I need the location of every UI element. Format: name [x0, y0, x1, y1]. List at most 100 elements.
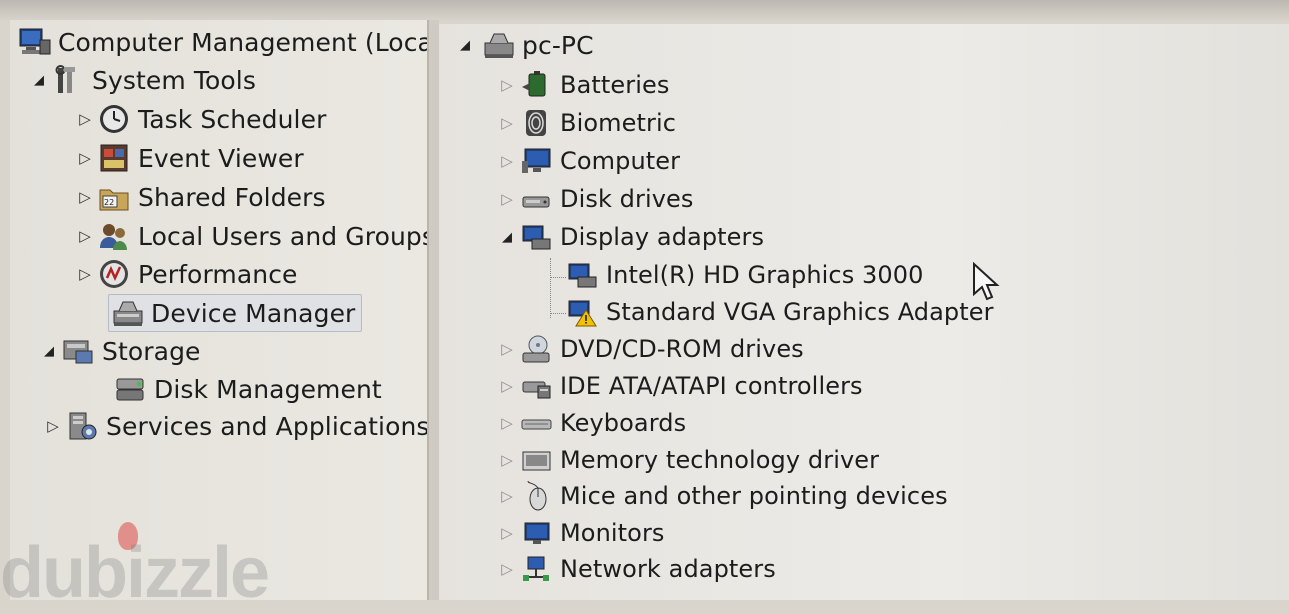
expand-arrow-icon[interactable]: ▷: [76, 149, 94, 167]
tree-connector-line: [550, 258, 552, 318]
event-viewer-icon: [98, 142, 130, 174]
keyboard-icon: [520, 407, 552, 439]
monitor-icon: [520, 145, 552, 177]
collapse-arrow-icon[interactable]: ◢: [40, 344, 58, 359]
expand-arrow-icon[interactable]: ▷: [498, 114, 516, 132]
warning-display-adapter-icon: [566, 296, 598, 328]
device-label-network: Network adapters: [560, 555, 776, 583]
display-adapter-icon: [566, 259, 598, 291]
battery-icon: [520, 69, 552, 101]
users-icon: [98, 220, 130, 252]
tree-label-performance: Performance: [138, 259, 298, 289]
storage-icon: [62, 335, 94, 367]
tree-label-disk-management: Disk Management: [154, 374, 382, 404]
tree-connector-line: [550, 313, 566, 314]
collapse-arrow-icon[interactable]: ◢: [30, 73, 48, 88]
device-category-dvd-cdrom[interactable]: ▷ DVD/CD-ROM drives: [498, 331, 804, 367]
console-tree-pane: Computer Management (Local ◢ System Tool…: [10, 20, 429, 600]
expand-arrow-icon[interactable]: ▷: [76, 188, 94, 206]
fingerprint-icon: [520, 107, 552, 139]
expand-arrow-icon[interactable]: ▷: [498, 524, 516, 542]
tree-label-system-tools: System Tools: [92, 65, 256, 95]
device-category-disk-drives[interactable]: ▷ Disk drives: [498, 181, 694, 217]
device-category-monitors[interactable]: ▷ Monitors: [498, 515, 665, 551]
tree-label-local-users-groups: Local Users and Groups: [138, 221, 429, 251]
computer-icon: [482, 29, 514, 61]
device-label-monitors: Monitors: [560, 519, 665, 547]
device-label-mice: Mice and other pointing devices: [560, 482, 948, 510]
device-category-keyboards[interactable]: ▷ Keyboards: [498, 405, 686, 441]
monitor-icon: [520, 517, 552, 549]
expand-arrow-icon[interactable]: ▷: [498, 152, 516, 170]
computer-management-icon: [18, 26, 51, 58]
tree-item-computer-management[interactable]: Computer Management (Local: [18, 24, 427, 60]
device-label-biometric: Biometric: [560, 109, 677, 137]
tree-item-system-tools[interactable]: ◢ System Tools: [30, 62, 256, 98]
tree-item-event-viewer[interactable]: ▷ Event Viewer: [76, 140, 304, 176]
device-category-biometric[interactable]: ▷ Biometric: [498, 105, 676, 141]
disk-management-icon: [114, 373, 146, 405]
collapse-arrow-icon[interactable]: ◢: [456, 38, 474, 53]
window-top-strip: [0, 0, 1289, 20]
display-adapter-icon: [520, 221, 552, 253]
expand-arrow-icon[interactable]: ▷: [498, 560, 516, 578]
device-label-batteries: Batteries: [560, 71, 670, 99]
services-icon: [66, 410, 98, 442]
device-category-memory-technology[interactable]: ▷ Memory technology driver: [498, 442, 879, 478]
device-label-display-adapters: Display adapters: [560, 223, 765, 251]
disk-drive-icon: [520, 183, 552, 215]
tree-item-local-users-groups[interactable]: ▷ Local Users and Groups: [76, 218, 429, 254]
tree-label-storage: Storage: [102, 336, 201, 366]
device-tree-root[interactable]: ◢ pc-PC: [456, 27, 594, 63]
shared-folder-icon: 22: [98, 181, 130, 213]
expand-arrow-icon[interactable]: ▷: [76, 265, 94, 283]
memory-icon: [520, 444, 552, 476]
device-category-display-adapters[interactable]: ◢ Display adapters: [498, 219, 764, 255]
tree-item-task-scheduler[interactable]: ▷ Task Scheduler: [76, 101, 326, 137]
device-category-ide-controllers[interactable]: ▷ IDE ATA/ATAPI controllers: [498, 368, 863, 404]
tree-item-performance[interactable]: ▷ Performance: [76, 256, 298, 292]
device-label-disk-drives: Disk drives: [560, 185, 694, 213]
mouse-pointer-icon: [972, 261, 1002, 306]
device-label-intel-hd: Intel(R) HD Graphics 3000: [606, 261, 924, 289]
collapse-arrow-icon[interactable]: ◢: [498, 230, 516, 245]
tree-item-device-manager[interactable]: Device Manager: [108, 294, 363, 332]
tree-label-device-manager: Device Manager: [151, 298, 356, 328]
tree-item-shared-folders[interactable]: ▷ 22 Shared Folders: [76, 179, 326, 215]
tree-item-disk-management[interactable]: Disk Management: [114, 371, 382, 407]
tools-icon: [52, 64, 84, 96]
device-label-computer: Computer: [560, 147, 681, 175]
tree-connector-line: [550, 277, 566, 278]
network-adapter-icon: [520, 553, 552, 585]
tree-label-event-viewer: Event Viewer: [138, 143, 304, 173]
device-category-computer[interactable]: ▷ Computer: [498, 143, 680, 179]
expand-arrow-icon[interactable]: ▷: [498, 340, 516, 358]
clock-icon: [98, 103, 130, 135]
device-category-mice[interactable]: ▷ Mice and other pointing devices: [498, 478, 948, 514]
device-item-standard-vga[interactable]: Standard VGA Graphics Adapter: [566, 294, 994, 330]
device-label-memory: Memory technology driver: [560, 446, 880, 474]
expand-arrow-icon[interactable]: ▷: [498, 190, 516, 208]
tree-item-storage[interactable]: ◢ Storage: [40, 333, 201, 369]
device-category-network-adapters[interactable]: ▷ Network adapters: [498, 551, 776, 587]
mouse-icon: [520, 480, 552, 512]
device-label-standard-vga: Standard VGA Graphics Adapter: [606, 298, 994, 326]
expand-arrow-icon[interactable]: ▷: [498, 377, 516, 395]
device-label-keyboards: Keyboards: [560, 409, 687, 437]
expand-arrow-icon[interactable]: ▷: [498, 487, 516, 505]
pane-splitter[interactable]: [429, 20, 439, 600]
svg-text:22: 22: [104, 198, 114, 207]
expand-arrow-icon[interactable]: ▷: [498, 414, 516, 432]
device-category-batteries[interactable]: ▷ Batteries: [498, 67, 669, 103]
expand-arrow-icon[interactable]: ▷: [498, 76, 516, 94]
expand-arrow-icon[interactable]: ▷: [76, 110, 94, 128]
expand-arrow-icon[interactable]: ▷: [44, 417, 62, 435]
watermark-logo: dubizzle: [0, 533, 270, 613]
expand-arrow-icon[interactable]: ▷: [498, 451, 516, 469]
device-label-pc: pc-PC: [522, 30, 594, 60]
device-item-intel-hd-graphics[interactable]: Intel(R) HD Graphics 3000: [566, 257, 924, 293]
tree-item-services-applications[interactable]: ▷ Services and Applications: [44, 408, 427, 444]
device-manager-icon: [111, 297, 143, 329]
optical-drive-icon: [520, 333, 552, 365]
expand-arrow-icon[interactable]: ▷: [76, 227, 94, 245]
